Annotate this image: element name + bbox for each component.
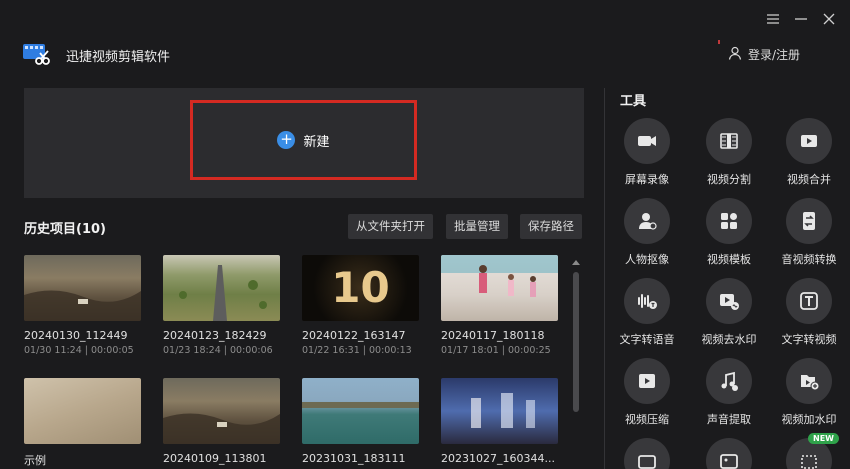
window-controls (766, 12, 836, 26)
tool-label: 屏幕录像 (625, 173, 669, 186)
login-label: 登录/注册 (747, 48, 800, 62)
user-icon (728, 46, 742, 63)
save-path-button[interactable]: 保存路径 (520, 214, 582, 239)
project-name: 20240130_112449 (24, 329, 128, 342)
history-card[interactable]: 示例 (24, 378, 141, 469)
tools-title: 工具 (620, 94, 647, 109)
batch-manage-button[interactable]: 批量管理 (446, 214, 508, 239)
text-to-speech-icon (624, 278, 670, 324)
new-project-label: 新建 (303, 134, 330, 150)
image-tool-icon (706, 438, 752, 469)
tool-image[interactable] (692, 438, 766, 469)
convert-icon (786, 198, 832, 244)
tool-label: 音视频转换 (781, 253, 837, 266)
app-title: 迅捷视频剪辑软件 (66, 50, 171, 65)
history-card[interactable]: 20240123_182429 01/23 18:24 | 00:00:06 (163, 255, 280, 356)
history-card[interactable]: 10 20240122_163147 01/22 16:31 | 00:00:1… (302, 255, 419, 356)
tool-video-split[interactable]: 视频分割 (692, 118, 766, 187)
minimize-icon[interactable] (794, 12, 808, 26)
tool-text-to-speech[interactable]: 文字转语音 (610, 278, 684, 347)
tool-add-watermark[interactable]: 视频加水印 (772, 358, 846, 427)
project-name: 20240122_163147 (302, 329, 406, 342)
tool-label: 人物抠像 (625, 253, 669, 266)
menu-icon[interactable] (766, 12, 780, 26)
tool-label: 视频合并 (787, 173, 831, 186)
history-card[interactable]: 20231027_160344... (441, 378, 558, 468)
tool-label: 视频压缩 (625, 413, 669, 426)
tool-av-convert[interactable]: 音视频转换 (772, 198, 846, 267)
tool-video-more[interactable] (610, 438, 684, 469)
project-thumbnail (163, 255, 280, 321)
new-project-button[interactable]: + 新建 (190, 100, 417, 180)
project-thumbnail (441, 378, 558, 444)
tool-video-compress[interactable]: 视频压缩 (610, 358, 684, 427)
plus-icon: + (277, 131, 296, 149)
tool-screen-record[interactable]: 屏幕录像 (610, 118, 684, 187)
project-meta: 01/17 18:01 | 00:00:25 (441, 345, 551, 356)
panel-divider (604, 88, 605, 469)
tool-label: 视频去水印 (701, 333, 757, 346)
project-thumbnail (163, 378, 280, 444)
tool-audio-extract[interactable]: 声音提取 (692, 358, 766, 427)
audio-extract-icon (706, 358, 752, 404)
add-watermark-icon (786, 358, 832, 404)
project-meta: 01/23 18:24 | 00:00:06 (163, 345, 273, 356)
text-to-video-icon (786, 278, 832, 324)
tool-label: 视频模板 (707, 253, 751, 266)
tool-video-template[interactable]: 视频模板 (692, 198, 766, 267)
project-thumbnail: 10 (302, 255, 419, 321)
person-cutout-icon (624, 198, 670, 244)
indicator-dot (718, 40, 720, 44)
tool-person-cutout[interactable]: 人物抠像 (610, 198, 684, 267)
project-name: 20231031_183111 (302, 452, 406, 465)
project-thumbnail (441, 255, 558, 321)
tool-label: 文字转视频 (781, 333, 837, 346)
project-name: 示例 (24, 454, 46, 467)
project-name: 20231027_160344... (441, 452, 555, 465)
app-logo-icon (22, 41, 50, 67)
login-button[interactable]: 登录/注册 (728, 46, 800, 63)
project-thumbnail (302, 378, 419, 444)
scroll-up-arrow-icon[interactable] (572, 260, 580, 265)
close-icon[interactable] (822, 12, 836, 26)
tool-label: 声音提取 (707, 413, 751, 426)
history-card[interactable]: 20240117_180118 01/17 18:01 | 00:00:25 (441, 255, 558, 356)
tool-label: 视频加水印 (781, 413, 837, 426)
tool-text-to-video[interactable]: 文字转视频 (772, 278, 846, 347)
template-icon (706, 198, 752, 244)
project-thumbnail (24, 255, 141, 321)
thumbnail-text: 10 (331, 263, 390, 312)
history-card[interactable]: 20240130_112449 01/30 11:24 | 00:00:05 (24, 255, 141, 356)
camera-icon (624, 118, 670, 164)
history-card[interactable]: 20240109_113801 (163, 378, 280, 468)
project-meta: 01/22 16:31 | 00:00:13 (302, 345, 412, 356)
history-card[interactable]: 20231031_183111 (302, 378, 419, 468)
project-name: 20240109_113801 (163, 452, 267, 465)
remove-watermark-icon (706, 278, 752, 324)
new-badge: NEW (808, 433, 839, 444)
project-meta: 01/30 11:24 | 00:00:05 (24, 345, 134, 356)
project-name: 20240123_182429 (163, 329, 267, 342)
tool-remove-watermark[interactable]: 视频去水印 (692, 278, 766, 347)
scrollbar-thumb[interactable] (573, 272, 579, 412)
video-tool-icon (624, 438, 670, 469)
film-split-icon (706, 118, 752, 164)
history-title: 历史项目(10) (24, 222, 106, 237)
compress-icon (624, 358, 670, 404)
tool-label: 视频分割 (707, 173, 751, 186)
tool-label: 文字转语音 (619, 333, 675, 346)
tool-video-merge[interactable]: 视频合并 (772, 118, 846, 187)
project-thumbnail (24, 378, 141, 444)
video-merge-icon (786, 118, 832, 164)
project-name: 20240117_180118 (441, 329, 545, 342)
open-folder-button[interactable]: 从文件夹打开 (348, 214, 433, 239)
